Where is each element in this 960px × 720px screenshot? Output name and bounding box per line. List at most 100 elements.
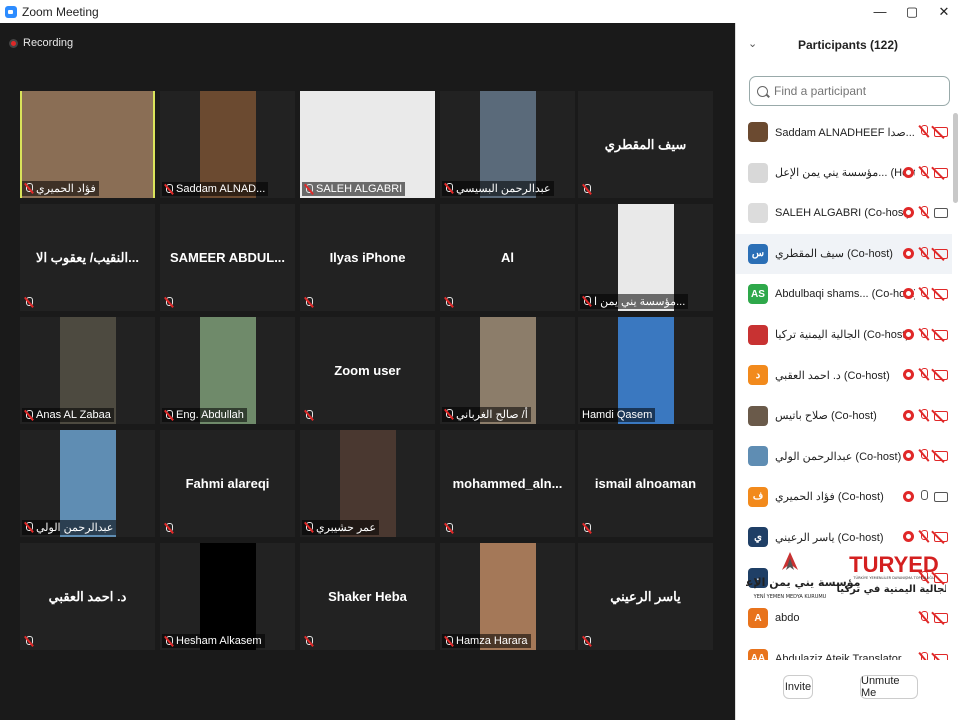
recording-label: Recording — [23, 37, 74, 49]
muted-mic-icon — [304, 410, 313, 421]
video-tile[interactable]: أ/ صالح الغرباني — [440, 317, 575, 424]
tile-display-name: سيف المقطري — [604, 136, 687, 152]
muted-mic-icon[interactable] — [918, 449, 930, 462]
camera-off-icon[interactable] — [934, 127, 948, 137]
tile-mic-bar — [162, 522, 179, 535]
participant-row[interactable]: SALEH ALGABRI (Co-host) — [736, 193, 952, 234]
muted-mic-icon[interactable] — [918, 165, 930, 179]
avatar — [748, 203, 768, 224]
video-tile[interactable]: Hamza Harara — [440, 543, 575, 650]
camera-icon[interactable] — [934, 491, 948, 502]
recording-indicator[interactable]: Recording — [9, 37, 73, 49]
video-tile[interactable]: Al — [440, 204, 575, 311]
minimize-button[interactable]: — — [864, 0, 896, 23]
video-tile[interactable]: Saddam ALNAD... — [160, 91, 295, 198]
maximize-button[interactable]: ▢ — [896, 0, 928, 23]
participant-name: Saddam ALNADHEEF صدا... (Me) — [775, 126, 915, 139]
invite-button[interactable]: Invite — [783, 675, 813, 699]
camera-off-icon[interactable] — [934, 613, 948, 623]
turyed-logo: TURYED TÜRKİYE YEMENLİLER DAYANIŞMA TOPL… — [837, 552, 946, 595]
participants-title: Participants (122) — [797, 38, 899, 52]
camera-off-icon[interactable] — [934, 532, 948, 542]
video-tile[interactable]: Hamdi Qasem — [578, 317, 713, 424]
camera-off-icon[interactable] — [934, 167, 948, 178]
participant-row[interactable]: الجالية اليمنية تركيا (Co-host) — [736, 315, 952, 356]
tile-name-bar: Hamdi Qasem — [580, 408, 656, 422]
muted-mic-icon[interactable] — [918, 206, 930, 219]
video-tile[interactable]: ismail alnoaman — [578, 430, 713, 537]
camera-icon[interactable] — [934, 208, 948, 218]
camera-off-icon[interactable] — [934, 410, 948, 421]
participant-row[interactable]: د د. احمد العقبي (Co-host) — [736, 355, 952, 396]
video-tile[interactable]: عبدالرحمن البسيسي — [440, 91, 575, 198]
muted-mic-icon — [24, 297, 33, 308]
camera-off-icon[interactable] — [934, 329, 948, 340]
muted-mic-icon[interactable] — [918, 611, 930, 624]
video-tile[interactable]: فؤاد الحميري — [20, 91, 155, 198]
unmute-me-button[interactable]: Unmute Me — [860, 675, 918, 699]
video-tile[interactable]: مؤسسة يني يمن ا... — [578, 204, 713, 311]
participant-name: abdo — [775, 612, 800, 625]
video-tile[interactable]: سيف المقطري — [578, 91, 713, 198]
camera-off-icon[interactable] — [934, 289, 948, 299]
muted-mic-icon[interactable] — [918, 530, 930, 543]
close-button[interactable]: ✕ — [928, 0, 960, 23]
camera-off-icon[interactable] — [934, 248, 948, 259]
muted-mic-icon[interactable] — [918, 327, 930, 341]
video-tile[interactable]: Zoom user — [300, 317, 435, 424]
camera-off-icon[interactable] — [934, 370, 948, 380]
muted-mic-icon[interactable] — [918, 287, 930, 300]
participant-row[interactable]: مؤسسة يني يمن الإعل... (Host) — [736, 153, 952, 194]
muted-mic-icon[interactable] — [918, 125, 930, 138]
participant-row[interactable]: صلاح باتيس (Co-host) — [736, 396, 952, 437]
video-tile[interactable]: Anas AL Zabaa — [20, 317, 155, 424]
video-tile[interactable]: ياسر الرعيني — [578, 543, 713, 650]
video-tile[interactable]: د. احمد العقبي — [20, 543, 155, 650]
tile-mic-bar — [302, 635, 319, 648]
participant-row[interactable]: عبدالرحمن الولي (Co-host) — [736, 436, 952, 477]
video-tile[interactable]: عمر حشيبري — [300, 430, 435, 537]
tile-mic-bar — [580, 522, 597, 535]
muted-mic-icon[interactable] — [918, 368, 930, 381]
muted-mic-icon — [582, 636, 591, 647]
video-tile[interactable]: عبدالرحمن الولي — [20, 430, 155, 537]
muted-mic-icon[interactable] — [918, 246, 930, 260]
avatar: س — [748, 243, 768, 264]
raised-hand-icon — [903, 166, 914, 178]
video-tile[interactable]: Ilyas iPhone — [300, 204, 435, 311]
raised-hand-icon — [903, 409, 914, 421]
tile-display-name: Zoom user — [334, 363, 401, 378]
tile-mic-bar — [162, 296, 179, 309]
video-tile[interactable]: Fahmi alareqi — [160, 430, 295, 537]
video-tile[interactable]: Hesham Alkasem — [160, 543, 295, 650]
tile-name-label: Anas AL Zabaa — [36, 409, 111, 421]
participant-row[interactable]: س سيف المقطري (Co-host) — [736, 233, 952, 274]
tile-mic-bar — [580, 183, 597, 196]
video-tile[interactable]: mohammed_aln... — [440, 430, 575, 537]
tile-display-name: SAMEER ABDUL... — [169, 250, 286, 265]
video-tile[interactable]: النقيب/ يعقوب الا... — [20, 204, 155, 311]
collapse-chevron-icon[interactable]: ⌄ — [748, 37, 757, 50]
raised-hand-icon — [903, 450, 914, 461]
panel-footer: Invite Unmute Me — [736, 660, 960, 720]
participant-status-icons — [903, 246, 948, 260]
participant-row[interactable]: AS Abdulbaqi shams... (Co-host) — [736, 274, 952, 315]
zoom-logo-icon — [5, 5, 17, 18]
scrollbar[interactable] — [953, 113, 958, 203]
muted-mic-icon — [444, 635, 453, 647]
camera-off-icon[interactable] — [934, 451, 948, 461]
muted-mic-icon — [304, 636, 313, 647]
search-input[interactable] — [774, 84, 944, 98]
tile-name-bar: مؤسسة يني يمن ا... — [580, 294, 689, 309]
video-tile[interactable]: SALEH ALGABRI — [300, 91, 435, 198]
participant-search[interactable] — [749, 76, 950, 106]
participant-row[interactable]: ف فؤاد الحميري (Co-host) — [736, 477, 952, 518]
participant-row[interactable]: Saddam ALNADHEEF صدا... (Me) — [736, 112, 952, 153]
video-tile[interactable]: Shaker Heba — [300, 543, 435, 650]
video-tile[interactable]: SAMEER ABDUL... — [160, 204, 295, 311]
participant-status-icons — [903, 287, 948, 300]
video-tile[interactable]: Eng. Abdullah — [160, 317, 295, 424]
muted-mic-icon[interactable] — [918, 408, 930, 422]
tile-name-bar: أ/ صالح الغرباني — [442, 407, 531, 422]
mic-icon[interactable] — [918, 489, 930, 503]
